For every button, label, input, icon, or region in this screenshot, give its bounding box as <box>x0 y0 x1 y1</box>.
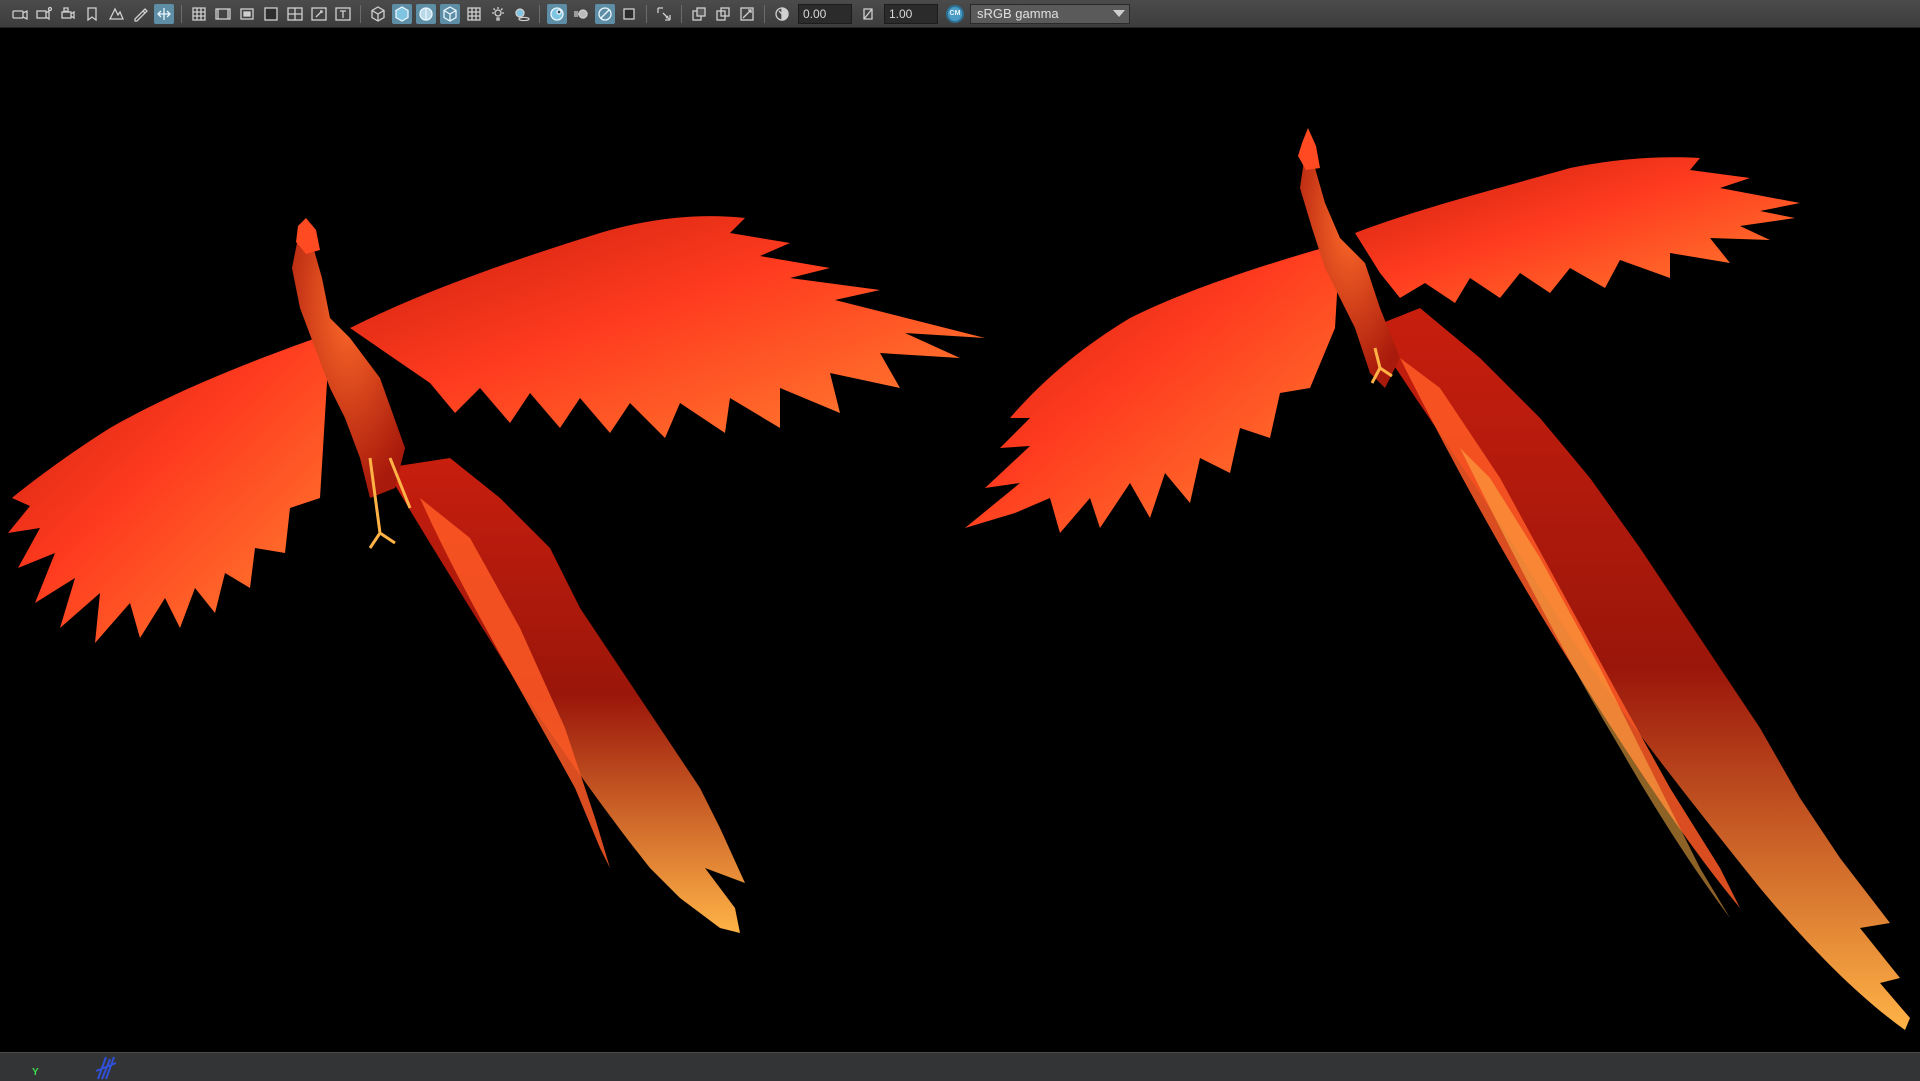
grid-icon[interactable] <box>189 4 209 24</box>
render-effects-group <box>545 3 641 24</box>
view-axis-y-label: Y <box>32 1067 39 1078</box>
wireframe-on-shaded-icon[interactable] <box>440 3 460 24</box>
isolate-select-icon[interactable] <box>654 4 674 24</box>
field-chart-icon[interactable] <box>285 4 305 24</box>
isolate-group <box>652 4 676 24</box>
gate-tools-group <box>187 4 355 24</box>
default-material-icon[interactable] <box>416 3 436 24</box>
3d-viewport[interactable] <box>0 28 1920 1052</box>
camera-icon[interactable] <box>10 4 30 24</box>
camera-attributes-icon[interactable] <box>34 4 54 24</box>
viewport-bottom-panel: Y <box>0 1052 1920 1081</box>
xray-joints-icon[interactable] <box>737 4 757 24</box>
2d-pan-zoom-icon[interactable] <box>154 3 174 24</box>
resolution-gate-icon[interactable] <box>237 4 257 24</box>
toolbar-separator <box>539 4 540 23</box>
phoenix-right-wing-right <box>1355 157 1800 303</box>
toolbar-separator <box>764 4 765 23</box>
screen-space-ao-icon[interactable] <box>547 3 567 24</box>
bookmark-camera-icon[interactable] <box>58 4 78 24</box>
phoenix-right-head <box>1298 128 1320 170</box>
image-plane-icon[interactable] <box>106 4 126 24</box>
color-management-label: CM <box>949 10 961 17</box>
bookmark-icon[interactable] <box>82 4 102 24</box>
textured-icon[interactable] <box>464 4 484 24</box>
xray-active-icon[interactable] <box>713 4 733 24</box>
viewport-render <box>8 128 1910 1030</box>
chevron-down-icon <box>1113 10 1125 17</box>
exposure-icon[interactable] <box>772 4 792 24</box>
toolbar-separator <box>181 4 182 23</box>
depth-of-field-icon[interactable] <box>619 4 639 24</box>
shadows-icon[interactable] <box>512 4 532 24</box>
phoenix-left-wing-left <box>8 333 330 643</box>
use-all-lights-icon[interactable] <box>488 4 508 24</box>
safe-title-icon[interactable] <box>333 4 353 24</box>
gamma-icon[interactable] <box>858 4 878 24</box>
motion-blur-icon[interactable] <box>571 4 591 24</box>
safe-action-icon[interactable] <box>309 4 329 24</box>
film-gate-icon[interactable] <box>213 4 233 24</box>
view-transform-dropdown[interactable]: sRGB gamma <box>970 3 1130 24</box>
color-management-icon[interactable]: CM <box>946 4 964 23</box>
exposure-field[interactable]: 0.00 <box>798 3 852 24</box>
exposure-group <box>770 4 794 24</box>
toolbar-separator <box>360 4 361 23</box>
gamma-group <box>856 4 880 24</box>
anti-aliasing-icon[interactable] <box>595 3 615 24</box>
toolbar-separator <box>681 4 682 23</box>
xray-icon[interactable] <box>689 4 709 24</box>
phoenix-left-wing-right <box>350 216 985 438</box>
phoenix-right-wing-left <box>965 243 1340 533</box>
gate-mask-icon[interactable] <box>261 4 281 24</box>
phoenix-model-right[interactable] <box>965 128 1910 1030</box>
smooth-shade-icon[interactable] <box>392 3 412 24</box>
gamma-field[interactable]: 1.00 <box>884 3 938 24</box>
xray-group <box>687 4 759 24</box>
viewport-toolbar: 0.00 1.00 CM sRGB gamma <box>0 0 1920 28</box>
view-cube-icon[interactable] <box>92 1053 132 1081</box>
wireframe-icon[interactable] <box>368 4 388 24</box>
camera-tools-group <box>8 3 176 24</box>
grease-pencil-icon[interactable] <box>130 4 150 24</box>
maya-viewport-window: 0.00 1.00 CM sRGB gamma Y <box>0 0 1920 1081</box>
toolbar-separator <box>646 4 647 23</box>
view-transform-value: sRGB gamma <box>977 6 1059 21</box>
phoenix-model-left[interactable] <box>8 216 985 933</box>
shading-tools-group <box>366 3 534 24</box>
